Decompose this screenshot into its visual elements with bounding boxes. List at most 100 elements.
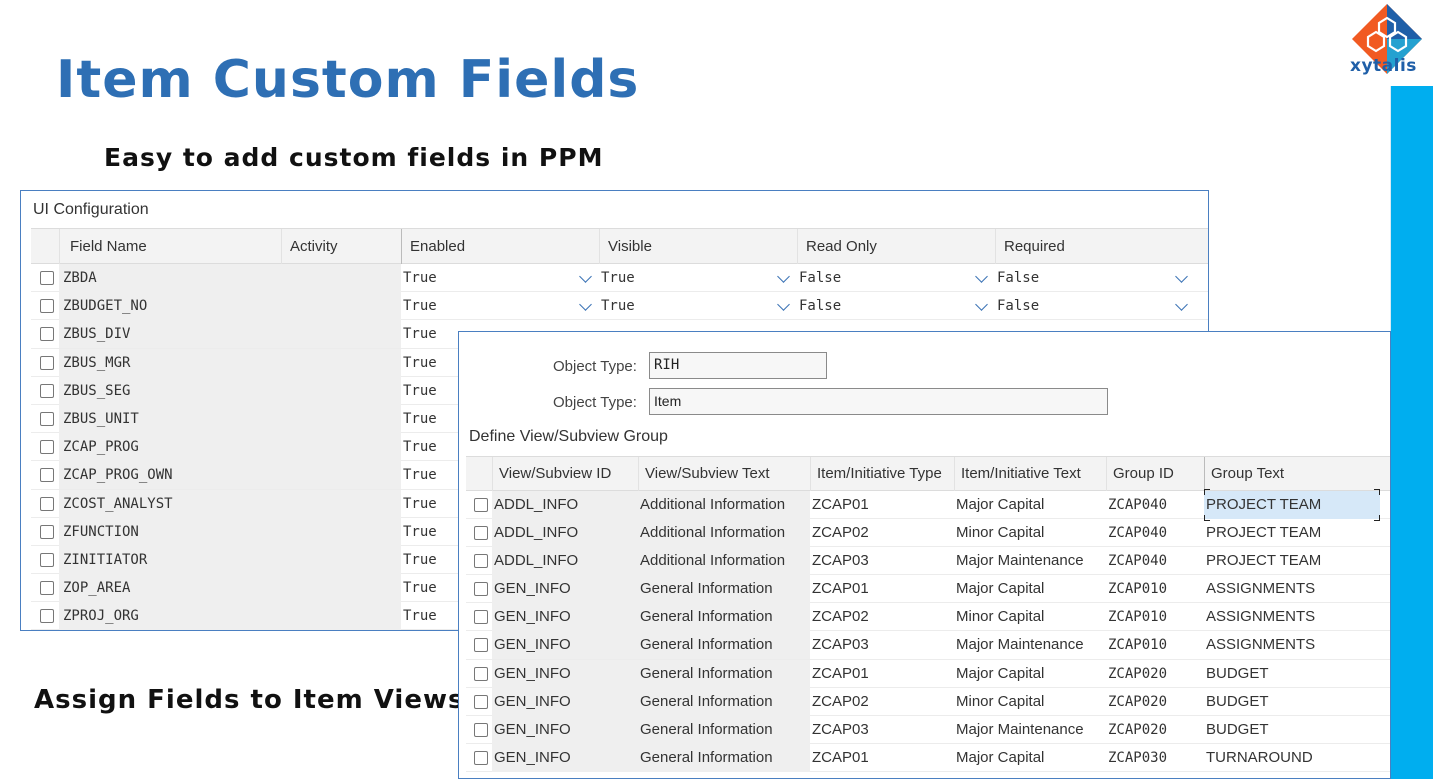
selection-corner (1204, 489, 1210, 495)
required-dropdown[interactable]: False (995, 292, 1193, 320)
col-field-name[interactable]: Field Name (59, 229, 281, 264)
table-row[interactable]: GEN_INFO General Information ZCAP01 Major C… (466, 575, 1390, 604)
col-read-only[interactable]: Read Only (797, 229, 995, 264)
col-item-text[interactable]: Item/Initiative Text (954, 457, 1106, 491)
col-view-id[interactable]: View/Subview ID (492, 457, 638, 491)
col-activity[interactable]: Activity (281, 229, 401, 264)
row-checkbox[interactable] (40, 524, 54, 539)
view-id-cell: GEN_INFO (492, 631, 638, 660)
row-checkbox[interactable] (40, 299, 54, 314)
activity-cell (281, 574, 401, 603)
group-text-cell[interactable]: ASSIGNMENTS (1204, 603, 1380, 631)
row-checkbox[interactable] (40, 440, 54, 455)
table-row[interactable]: ADDL_INFO Additional Information ZCAP03 Maj… (466, 547, 1390, 576)
group-id-cell: ZCAP040 (1108, 553, 1168, 570)
group-text-cell[interactable]: TURNAROUND (1204, 744, 1380, 772)
enabled-value: True (403, 354, 437, 371)
chevron-down-icon[interactable] (579, 270, 592, 283)
col-item-type[interactable]: Item/Initiative Type (810, 457, 954, 491)
col-required[interactable]: Required (995, 229, 1195, 264)
col-enabled[interactable]: Enabled (401, 229, 599, 264)
object-type-field[interactable]: RIH (649, 352, 827, 379)
table-row[interactable]: GEN_INFO General Information ZCAP02 Minor C… (466, 687, 1390, 716)
row-checkbox[interactable] (474, 526, 488, 541)
row-checkbox[interactable] (474, 750, 488, 765)
table-row[interactable]: ADDL_INFO Additional Information ZCAP01 Maj… (466, 489, 1390, 521)
table-row[interactable]: GEN_INFO General Information ZCAP02 Minor C… (466, 603, 1390, 632)
slide-subtitle: Easy to add custom fields in PPM (104, 143, 604, 172)
view-text-cell: Additional Information (638, 491, 810, 519)
view-id-cell: ADDL_INFO (492, 491, 638, 519)
table-row[interactable]: GEN_INFO General Information ZCAP01 Major C… (466, 659, 1390, 688)
row-checkbox[interactable] (474, 610, 488, 625)
col-group-id[interactable]: Group ID (1106, 457, 1204, 491)
group-text-cell[interactable]: ASSIGNMENTS (1204, 631, 1380, 659)
ui-configuration-title: UI Configuration (33, 201, 149, 218)
table-row[interactable]: ADDL_INFO Additional Information ZCAP02 Min… (466, 519, 1390, 548)
row-checkbox[interactable] (40, 496, 54, 511)
row-checkbox[interactable] (40, 327, 54, 342)
group-text-cell[interactable]: PROJECT TEAM (1204, 547, 1380, 575)
visible-dropdown[interactable]: True (599, 264, 797, 292)
activity-cell (281, 348, 401, 377)
row-checkbox[interactable] (40, 468, 54, 483)
chevron-down-icon[interactable] (975, 298, 988, 312)
visible-dropdown[interactable]: True (599, 292, 797, 320)
read-only-dropdown[interactable]: False (797, 292, 995, 320)
table-row[interactable]: GEN_INFO General Information ZCAP03 Major M… (466, 631, 1390, 660)
col-group-text[interactable]: Group Text (1204, 457, 1380, 491)
object-type-field-2[interactable]: Item (649, 388, 1108, 415)
row-checkbox[interactable] (40, 271, 54, 285)
row-checkbox[interactable] (474, 498, 488, 512)
chevron-down-icon[interactable] (777, 298, 790, 312)
col-visible[interactable]: Visible (599, 229, 797, 264)
group-text-cell[interactable]: ASSIGNMENTS (1204, 575, 1380, 603)
chevron-down-icon[interactable] (1175, 270, 1188, 283)
group-text-cell[interactable]: BUDGET (1204, 716, 1380, 744)
row-checkbox[interactable] (40, 355, 54, 370)
field-name-cell: ZCOST_ANALYST (59, 489, 281, 518)
row-checkbox[interactable] (474, 722, 488, 737)
row-checkbox[interactable] (474, 554, 488, 569)
chevron-down-icon[interactable] (777, 270, 790, 283)
table-row[interactable]: GEN_INFO General Information ZCAP03 Major M… (466, 715, 1390, 744)
row-checkbox[interactable] (474, 638, 488, 653)
table-row[interactable]: ZBDA True True False False (31, 264, 1208, 293)
row-checkbox[interactable] (40, 581, 54, 596)
field-name-cell: ZBUS_SEG (59, 376, 281, 405)
chevron-down-icon[interactable] (579, 298, 592, 312)
group-text-cell[interactable]: PROJECT TEAM (1204, 519, 1380, 547)
row-checkbox[interactable] (474, 666, 488, 681)
row-checkbox[interactable] (40, 609, 54, 624)
item-text-cell: Major Maintenance (956, 552, 1084, 570)
row-checkbox[interactable] (40, 411, 54, 426)
group-text-cell[interactable]: BUDGET (1204, 660, 1380, 688)
define-view-table-header: View/Subview ID View/Subview Text Item/I… (466, 456, 1390, 491)
row-checkbox[interactable] (474, 694, 488, 709)
select-all-column[interactable] (466, 457, 492, 491)
chevron-down-icon[interactable] (1175, 298, 1188, 312)
chevron-down-icon[interactable] (975, 270, 988, 283)
object-type-label-2: Object Type: (553, 394, 637, 411)
row-checkbox[interactable] (40, 552, 54, 567)
row-checkbox[interactable] (40, 383, 54, 398)
enabled-value: True (403, 326, 437, 343)
field-name-cell: ZBDA (59, 264, 281, 292)
group-id-cell: ZCAP040 (1108, 497, 1168, 513)
select-all-column[interactable] (31, 229, 59, 264)
required-dropdown[interactable]: False (995, 264, 1193, 292)
enabled-dropdown[interactable]: True (401, 292, 599, 320)
group-text-cell[interactable]: PROJECT TEAM (1204, 491, 1380, 519)
group-text-cell[interactable]: BUDGET (1204, 688, 1380, 716)
table-row[interactable]: ZBUDGET_NO True True False False (31, 292, 1208, 321)
read-only-dropdown[interactable]: False (797, 264, 995, 292)
row-checkbox[interactable] (474, 582, 488, 597)
enabled-dropdown[interactable]: True (401, 264, 599, 292)
item-text-cell: Major Maintenance (956, 720, 1084, 738)
activity-cell (281, 433, 401, 462)
assign-fields-label: Assign Fields to Item Views (34, 685, 465, 715)
table-row[interactable]: GEN_INFO General Information ZCAP01 Major C… (466, 743, 1390, 772)
field-name-cell: ZCAP_PROG_OWN (59, 461, 281, 490)
define-view-table-body: ADDL_INFO Additional Information ZCAP01 Maj… (466, 489, 1390, 772)
col-view-text[interactable]: View/Subview Text (638, 457, 810, 491)
